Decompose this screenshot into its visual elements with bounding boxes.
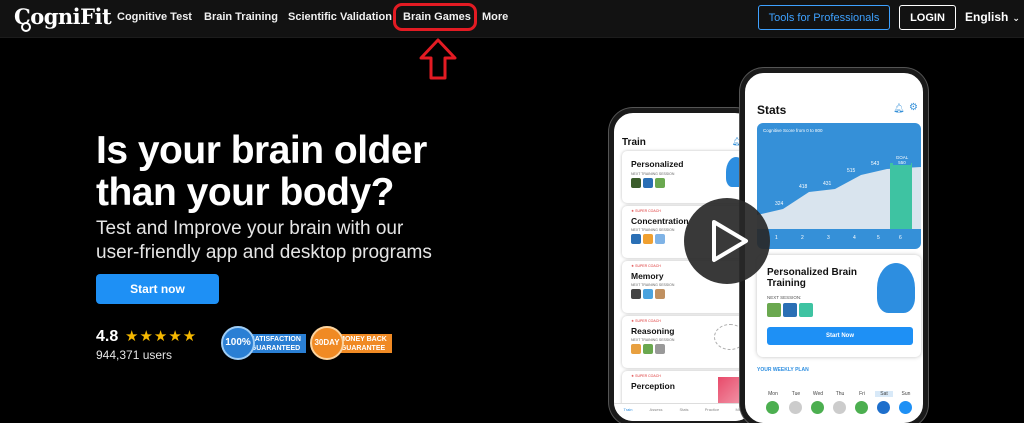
tab-train[interactable]: Train (616, 407, 640, 412)
goal-value: 550 (898, 160, 906, 165)
pending-icon (899, 401, 912, 414)
x-tick: 1 (775, 235, 778, 241)
play-video-button[interactable] (684, 198, 770, 284)
x-tick: 6 (899, 235, 902, 241)
card-meta: NEXT TRAINING SESSION (631, 172, 675, 176)
score-2: 418 (799, 184, 808, 190)
headline-line-2: than your body? (96, 171, 394, 214)
score-3: 431 (823, 181, 832, 187)
card-title: Concentration (631, 216, 689, 226)
train-title: Train (622, 137, 646, 148)
x-tick: 5 (877, 235, 880, 241)
language-selector[interactable]: English ⌄ (965, 10, 1020, 24)
tab-stats[interactable]: Stats (672, 407, 696, 412)
gear-icon: ⚙ (909, 102, 918, 113)
top-nav: CogniFit Cognitive Test Brain Training S… (0, 0, 1024, 38)
card-tag: ★ SUPER COACH (631, 319, 661, 323)
training-title: Personalized Brain Training (767, 267, 857, 289)
score-5: 543 (871, 161, 880, 167)
headline-line-1: Is your brain older (96, 129, 427, 172)
x-tick: 3 (827, 235, 830, 241)
day-sat: Sat (875, 391, 893, 397)
brain-games-highlight-box (393, 3, 477, 31)
bell-icon: 🔔︎ (893, 103, 905, 113)
subtitle-line-1: Test and Improve your brain with our (96, 218, 404, 239)
money-back-seal: 30DAY (310, 326, 344, 360)
cognitive-score-chart: Cognitive Score from 0 to 800 324 418 43… (757, 123, 921, 249)
head-profile-icon (877, 263, 915, 313)
subtitle-line-2: user-friendly app and desktop programs (96, 242, 432, 263)
play-icon (712, 220, 748, 262)
pending-icon (877, 401, 890, 414)
day-thu: Thu (835, 391, 845, 397)
nav-link-more[interactable]: More (482, 11, 508, 23)
score-area-chart (757, 163, 921, 229)
check-icon (855, 401, 868, 414)
day-tue: Tue (791, 391, 801, 397)
start-now-button[interactable]: Start now (96, 274, 219, 304)
x-tick: 4 (853, 235, 856, 241)
card-reasoning[interactable]: ★ SUPER COACH Reasoning NEXT TRAINING SE… (622, 316, 750, 368)
logo-pin-icon (21, 22, 31, 32)
card-personalized[interactable]: Personalized NEXT TRAINING SESSION (622, 151, 750, 203)
chevron-down-icon: ⌄ (1012, 13, 1020, 23)
card-meta: NEXT TRAINING SESSION (631, 283, 675, 287)
tab-practice[interactable]: Practice (700, 407, 724, 412)
card-title: Perception (631, 381, 675, 391)
nav-link-scientific-validation[interactable]: Scientific Validation (288, 11, 392, 23)
card-title: Memory (631, 271, 664, 281)
next-session-label: NEXT SESSION: (767, 295, 802, 300)
hero-subtitle: Test and Improve your brain with our use… (96, 217, 432, 265)
day-fri: Fri (859, 391, 865, 397)
hero-headline: Is your brain older than your body? (96, 130, 427, 214)
goal-label: GOAL 550 (893, 155, 911, 165)
x-tick: 2 (801, 235, 804, 241)
user-count: 944,371 users (96, 348, 173, 362)
tools-for-professionals-button[interactable]: Tools for Professionals (758, 5, 890, 30)
day-mon: Mon (768, 391, 778, 397)
check-icon (811, 401, 824, 414)
card-title: Reasoning (631, 326, 675, 336)
check-icon (833, 401, 846, 414)
tab-assess[interactable]: Assess (644, 407, 668, 412)
money-back-guarantee-badge: MONEY BACK GUARANTEE 30DAY (310, 326, 392, 360)
stats-title: Stats (757, 103, 787, 117)
weekly-plan-label: YOUR WEEKLY PLAN (757, 367, 809, 373)
language-label: English (965, 10, 1009, 24)
personalized-training-card[interactable]: Personalized Brain Training NEXT SESSION… (757, 255, 921, 357)
nav-link-brain-training[interactable]: Brain Training (204, 11, 278, 23)
rating-value: 4.8 (96, 328, 119, 345)
rating-stars-icon: ★★★★★ (125, 328, 198, 345)
satisfaction-seal: 100% (221, 326, 255, 360)
red-up-arrow-icon (419, 38, 457, 80)
start-now-app-button[interactable]: Start Now (767, 327, 913, 345)
score-4: 515 (847, 168, 856, 174)
day-wed: Wed (812, 391, 824, 397)
nav-link-cognitive-test[interactable]: Cognitive Test (117, 11, 192, 23)
card-meta: NEXT TRAINING SESSION (631, 338, 675, 342)
check-icon (766, 401, 779, 414)
card-tag: ★ SUPER COACH (631, 374, 661, 378)
training-title-line-2: Training (767, 278, 806, 289)
check-icon (789, 401, 802, 414)
training-title-line-1: Personalized Brain (767, 267, 858, 278)
day-sun: Sun (901, 391, 911, 397)
card-meta: NEXT TRAINING SESSION (631, 228, 675, 232)
card-title: Personalized (631, 159, 684, 169)
card-tag: ★ SUPER COACH (631, 264, 661, 268)
bottom-tab-bar: Train Assess Stats Practice More (614, 403, 754, 421)
card-tag: ★ SUPER COACH (631, 209, 661, 213)
score-1: 324 (775, 201, 784, 207)
satisfaction-guaranteed-badge: SATISFACTION GUARANTEED 100% (221, 326, 306, 360)
login-button[interactable]: LOGIN (899, 5, 956, 30)
goal-bar (890, 163, 912, 229)
